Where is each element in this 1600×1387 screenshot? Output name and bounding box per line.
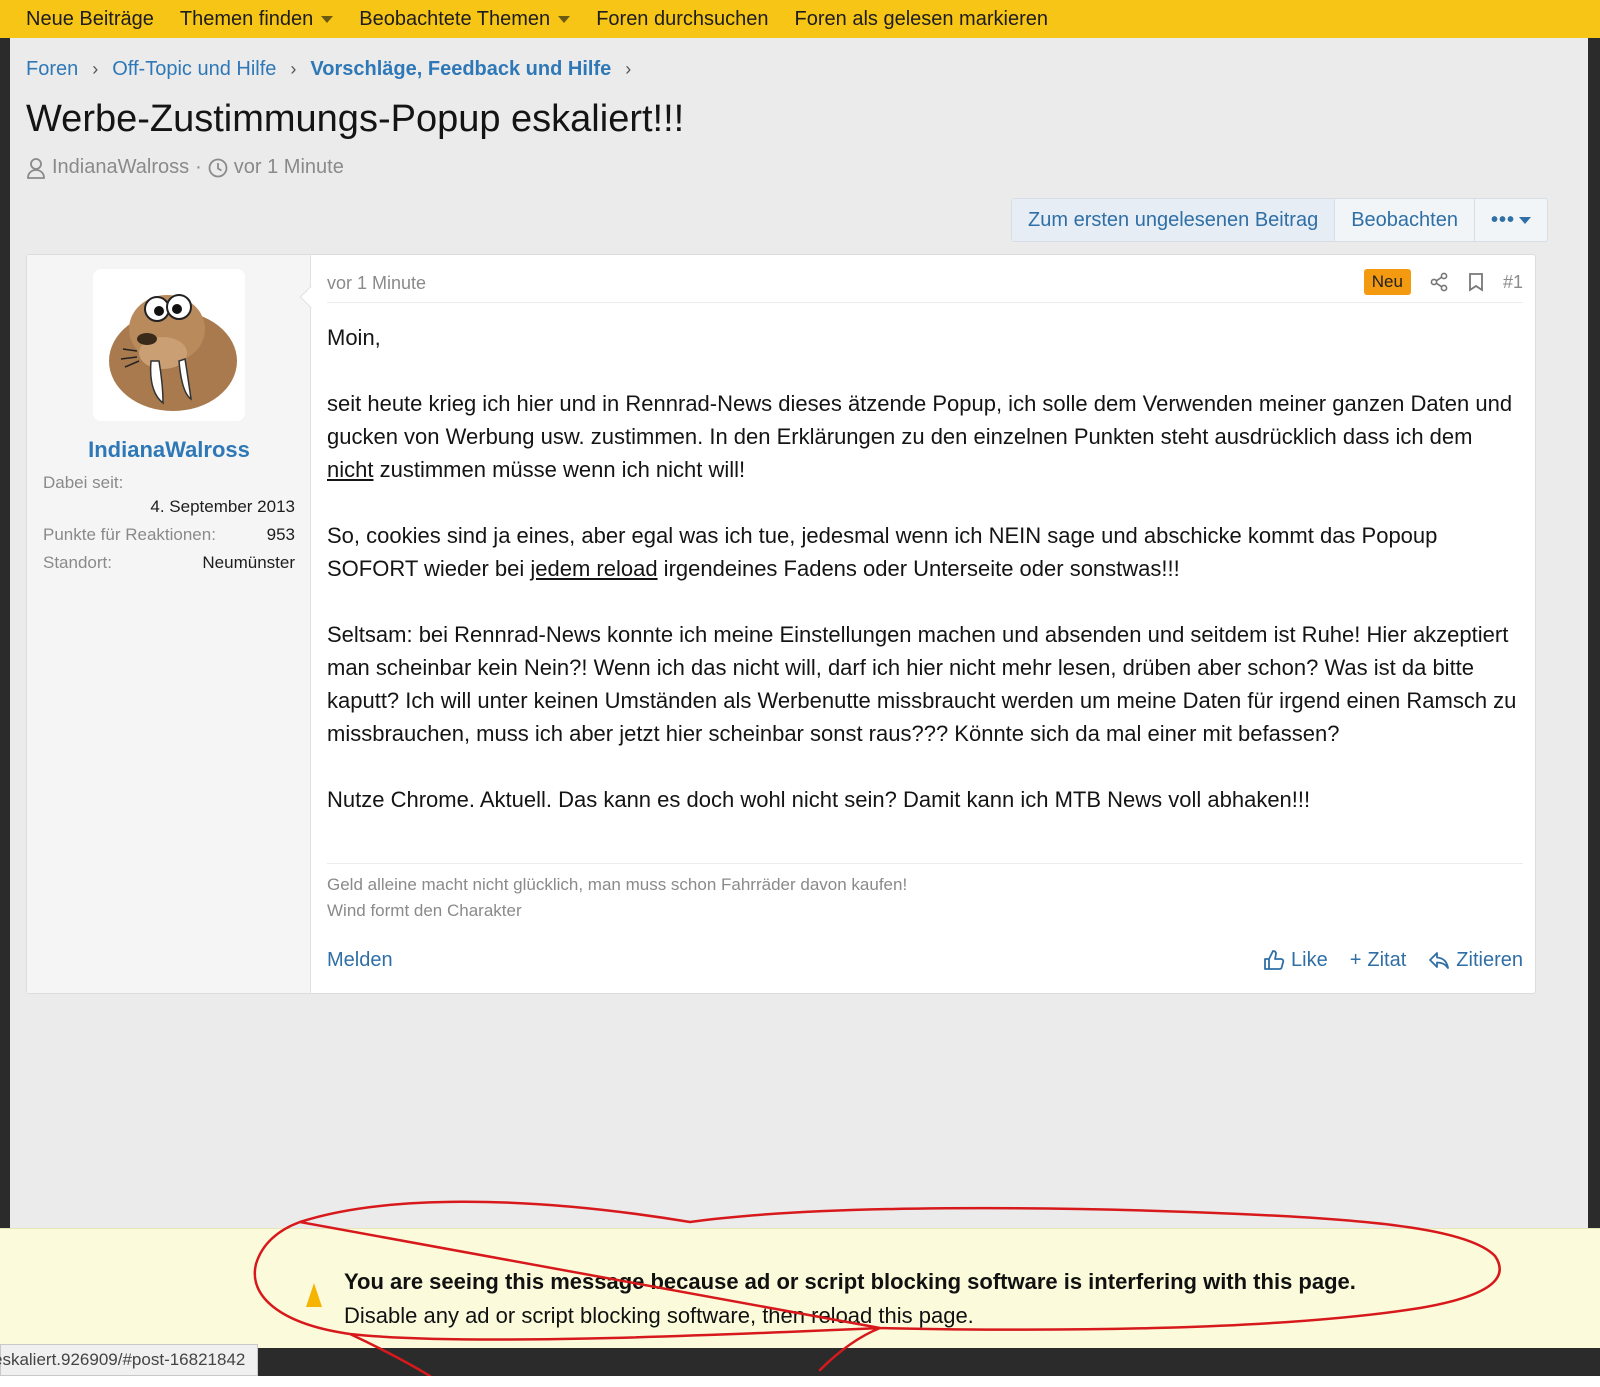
message-paragraph-4: Nutze Chrome. Aktuell. Das kann es doch … — [327, 787, 1311, 812]
thread-meta: IndianaWalross · vor 1 Minute — [26, 156, 344, 179]
signature-line-1: Geld alleine macht nicht glücklich, man … — [327, 875, 908, 894]
thread-author[interactable]: IndianaWalross — [52, 156, 189, 179]
nav-mark-read-label: Foren als gelesen markieren — [794, 7, 1048, 30]
chevron-down-icon — [321, 15, 334, 23]
multiquote-button[interactable]: + Zitat — [1350, 949, 1407, 972]
nav-search-forums-label: Foren durchsuchen — [596, 7, 769, 30]
adblock-notice: You are seeing this message because ad o… — [0, 1228, 1600, 1348]
user-info: Dabei seit: 4. September 2013 Punkte für… — [43, 473, 295, 579]
message-greeting: Moin, — [327, 325, 381, 350]
nav-new-posts[interactable]: Neue Beiträge — [26, 8, 154, 31]
location-row: Standort: Neumünster — [43, 551, 295, 575]
p2-text-b: irgendeines Fadens oder Unterseite oder … — [657, 556, 1180, 581]
avatar[interactable] — [93, 269, 245, 421]
reply-button[interactable]: Zitieren — [1428, 949, 1523, 972]
p1-underline: nicht — [327, 457, 374, 482]
p1-text-a: seit heute krieg ich hier und in Rennrad… — [327, 391, 1513, 449]
joined-value: 4. September 2013 — [150, 497, 295, 516]
like-label: Like — [1291, 948, 1328, 971]
chevron-down-icon — [1519, 216, 1531, 224]
message-footer: Melden Like + Zitat Zitieren — [327, 945, 1523, 975]
nav-new-posts-label: Neue Beiträge — [26, 7, 154, 30]
first-unread-button[interactable]: Zum ersten ungelesenen Beitrag — [1012, 199, 1336, 241]
page-title: Werbe-Zustimmungs-Popup eskaliert!!! — [26, 98, 685, 140]
post-username[interactable]: IndianaWalross — [27, 437, 311, 463]
message-body: Moin, seit heute krieg ich hier und in R… — [327, 321, 1523, 849]
bottom-strip — [0, 1376, 1600, 1387]
more-dots-icon: ••• — [1490, 208, 1515, 231]
browser-status-bar: eskaliert.926909/#post-16821842 — [0, 1344, 259, 1376]
user-icon — [27, 157, 45, 179]
chevron-right-icon: › — [625, 59, 632, 79]
p2-underline: jedem reload — [530, 556, 658, 581]
nav-watched-threads[interactable]: Beobachtete Themen — [359, 7, 571, 31]
message-tools: Neu #1 — [1363, 269, 1523, 295]
message-paragraph-2: So, cookies sind ja eines, aber egal was… — [327, 519, 1523, 585]
nav-find-threads[interactable]: Themen finden — [179, 7, 334, 31]
message-cell: vor 1 Minute Neu #1 Moin, seit heute kri… — [327, 255, 1523, 993]
plus-icon: + — [1349, 948, 1362, 971]
nav-search-forums[interactable]: Foren durchsuchen — [596, 8, 768, 31]
walrus-avatar-icon — [109, 294, 237, 411]
joined-label: Dabei seit: — [43, 473, 124, 492]
like-button[interactable]: Like — [1263, 949, 1328, 972]
warning-icon — [306, 1283, 322, 1307]
message-header: vor 1 Minute Neu #1 — [327, 269, 1523, 303]
nav-watched-threads-label: Beobachtete Themen — [359, 7, 551, 30]
breadcrumb-feedback[interactable]: Vorschläge, Feedback und Hilfe — [310, 58, 611, 81]
thumbs-up-icon — [1264, 950, 1285, 970]
multiquote-label: Zitat — [1367, 948, 1407, 971]
thread-button-group: Zum ersten ungelesenen Beitrag Beobachte… — [1011, 198, 1548, 242]
signature-line-2: Wind formt den Charakter — [327, 901, 522, 920]
watch-button[interactable]: Beobachten — [1335, 199, 1475, 241]
reply-label: Zitieren — [1456, 948, 1523, 971]
breadcrumb-offtopic[interactable]: Off-Topic und Hilfe — [112, 58, 276, 81]
location-label: Standort: — [43, 553, 112, 572]
adblock-notice-title: You are seeing this message because ad o… — [344, 1269, 1356, 1294]
signature: Geld alleine macht nicht glücklich, man … — [327, 863, 1523, 924]
breadcrumb-forums[interactable]: Foren — [26, 58, 78, 81]
report-link[interactable]: Melden — [327, 949, 393, 972]
page-content: Foren › Off-Topic und Hilfe › Vorschläge… — [10, 38, 1588, 1228]
chevron-right-icon: › — [92, 59, 99, 79]
message-paragraph-1: seit heute krieg ich hier und in Rennrad… — [327, 387, 1523, 486]
post-number[interactable]: #1 — [1503, 272, 1523, 293]
points-value[interactable]: 953 — [267, 525, 295, 545]
thread-time[interactable]: vor 1 Minute — [234, 156, 344, 179]
p1-text-b: zustimmen müsse wenn ich nicht will! — [373, 457, 746, 482]
reply-icon — [1429, 952, 1450, 969]
message-actions: Like + Zitat Zitieren — [1263, 949, 1523, 972]
more-options-button[interactable]: ••• — [1475, 199, 1547, 241]
points-label: Punkte für Reaktionen: — [43, 525, 216, 544]
post-time[interactable]: vor 1 Minute — [327, 273, 426, 294]
location-value: Neumünster — [202, 553, 295, 572]
chevron-down-icon — [558, 15, 571, 23]
status-url: eskaliert.926909/#post-16821842 — [0, 1350, 246, 1369]
post-container: IndianaWalross Dabei seit: 4. September … — [26, 254, 1536, 994]
chevron-right-icon: › — [290, 59, 297, 79]
clock-icon — [208, 158, 228, 177]
message-paragraph-3: Seltsam: bei Rennrad-News konnte ich mei… — [327, 622, 1517, 746]
top-navigation: Neue Beiträge Themen finden Beobachtete … — [0, 0, 1600, 38]
nav-mark-read[interactable]: Foren als gelesen markieren — [795, 8, 1048, 31]
new-badge: Neu — [1363, 269, 1411, 295]
post-user-cell: IndianaWalross Dabei seit: 4. September … — [27, 255, 311, 993]
meta-separator: · — [195, 156, 202, 178]
nav-find-threads-label: Themen finden — [179, 7, 314, 30]
points-row: Punkte für Reaktionen: 953 — [43, 523, 295, 547]
breadcrumb: Foren › Off-Topic und Hilfe › Vorschläge… — [26, 58, 631, 81]
share-icon[interactable] — [1429, 272, 1449, 292]
adblock-notice-text: Disable any ad or script blocking softwa… — [344, 1303, 974, 1328]
bookmark-icon[interactable] — [1467, 272, 1485, 292]
